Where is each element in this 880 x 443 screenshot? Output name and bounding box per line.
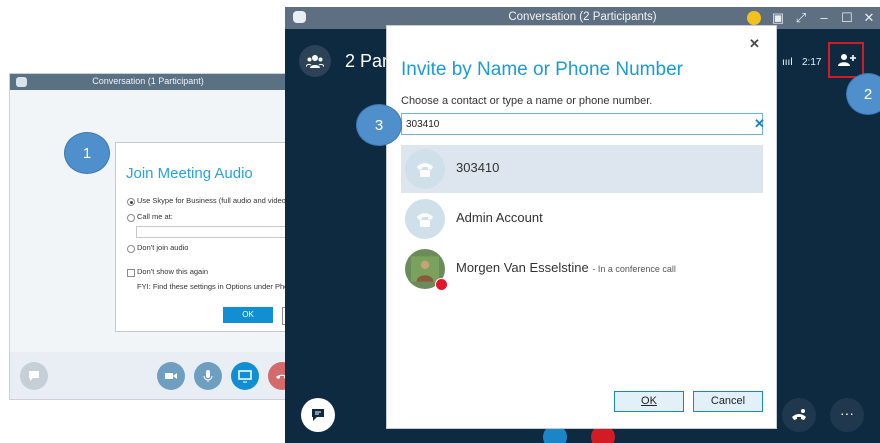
invite-dialog-subtitle: Choose a contact or type a name or phone… — [401, 95, 653, 107]
contact-status: - In a conference call — [592, 264, 676, 274]
chat-button[interactable] — [20, 362, 48, 390]
add-participant-button[interactable] — [828, 42, 864, 78]
join-ok-button[interactable]: OK — [223, 307, 273, 323]
maximize-icon[interactable]: ☐ — [839, 10, 855, 26]
call-controls-button[interactable] — [782, 398, 816, 432]
join-dialog-title: Join Meeting Audio — [126, 165, 253, 182]
radio-use-skype[interactable] — [127, 198, 135, 206]
contact-name: 303410 — [456, 160, 500, 175]
contact-row[interactable]: Morgen Van Esselstine - In a conference … — [401, 245, 763, 293]
fyi-text: FYI: Find these settings in Options unde… — [137, 282, 287, 291]
mic-button[interactable] — [194, 362, 222, 390]
invite-dialog: ✕ Invite by Name or Phone Number Choose … — [387, 26, 776, 428]
invite-dialog-title: Invite by Name or Phone Number — [401, 59, 683, 80]
participants-count-label: 2 Par — [345, 51, 387, 71]
contact-search-input[interactable] — [406, 116, 726, 132]
dont-show-label: Don't show this again — [137, 267, 209, 276]
call-timer: 2:17 — [802, 57, 822, 68]
window2-title: Conversation (2 Participants) — [508, 11, 657, 23]
presence-busy-icon — [435, 278, 448, 291]
step-callout-1: 1 — [64, 132, 110, 174]
phone-avatar-icon — [405, 149, 445, 189]
emoji-icon[interactable] — [746, 10, 762, 26]
option-call-me-label: Call me at: — [137, 212, 173, 221]
dont-show-checkbox[interactable] — [127, 269, 135, 277]
contact-row[interactable]: 303410 — [401, 145, 763, 193]
conversation-window-1: Conversation (1 Participant) Join Meetin… — [9, 73, 287, 400]
window1-title: Conversation (1 Participant) — [92, 76, 204, 86]
radio-call-me[interactable] — [127, 214, 135, 222]
present-button[interactable] — [231, 362, 259, 390]
step-callout-3: 3 — [356, 104, 402, 146]
window1-titlebar: Conversation (1 Participant) — [10, 74, 286, 90]
contact-name: Morgen Van Esselstine — [456, 260, 589, 275]
layout-icon[interactable]: ▣ — [770, 10, 786, 26]
contact-name-line: Morgen Van Esselstine - In a conference … — [456, 260, 676, 275]
participants-button[interactable] — [299, 45, 331, 77]
signal-strength-icon: ıııl — [782, 57, 793, 68]
call-me-number-field[interactable] — [136, 226, 286, 238]
chat-button[interactable] — [301, 398, 335, 432]
popout-icon[interactable]: ⤢ — [793, 10, 809, 26]
video-button[interactable] — [157, 362, 185, 390]
close-icon[interactable]: ✕ — [749, 36, 760, 52]
contact-row[interactable]: Admin Account — [401, 195, 763, 243]
clear-search-icon[interactable]: ✕ — [754, 116, 765, 132]
cancel-button[interactable]: Cancel — [693, 391, 763, 412]
contact-search-field[interactable]: ✕ — [401, 113, 765, 135]
minimize-icon[interactable]: – — [816, 10, 832, 26]
phone-avatar-icon — [405, 199, 445, 239]
more-options-button[interactable]: ··· — [830, 398, 864, 432]
ok-button[interactable]: OK — [614, 391, 684, 412]
option-use-skype-label: Use Skype for Business (full audio and v… — [137, 196, 286, 205]
close-window-icon[interactable]: ✕ — [861, 10, 877, 26]
join-meeting-audio-dialog: Join Meeting Audio Use Skype for Busines… — [115, 142, 287, 332]
contact-name: Admin Account — [456, 210, 543, 225]
option-dont-join-label: Don't join audio — [137, 243, 189, 252]
radio-dont-join[interactable] — [127, 245, 135, 253]
